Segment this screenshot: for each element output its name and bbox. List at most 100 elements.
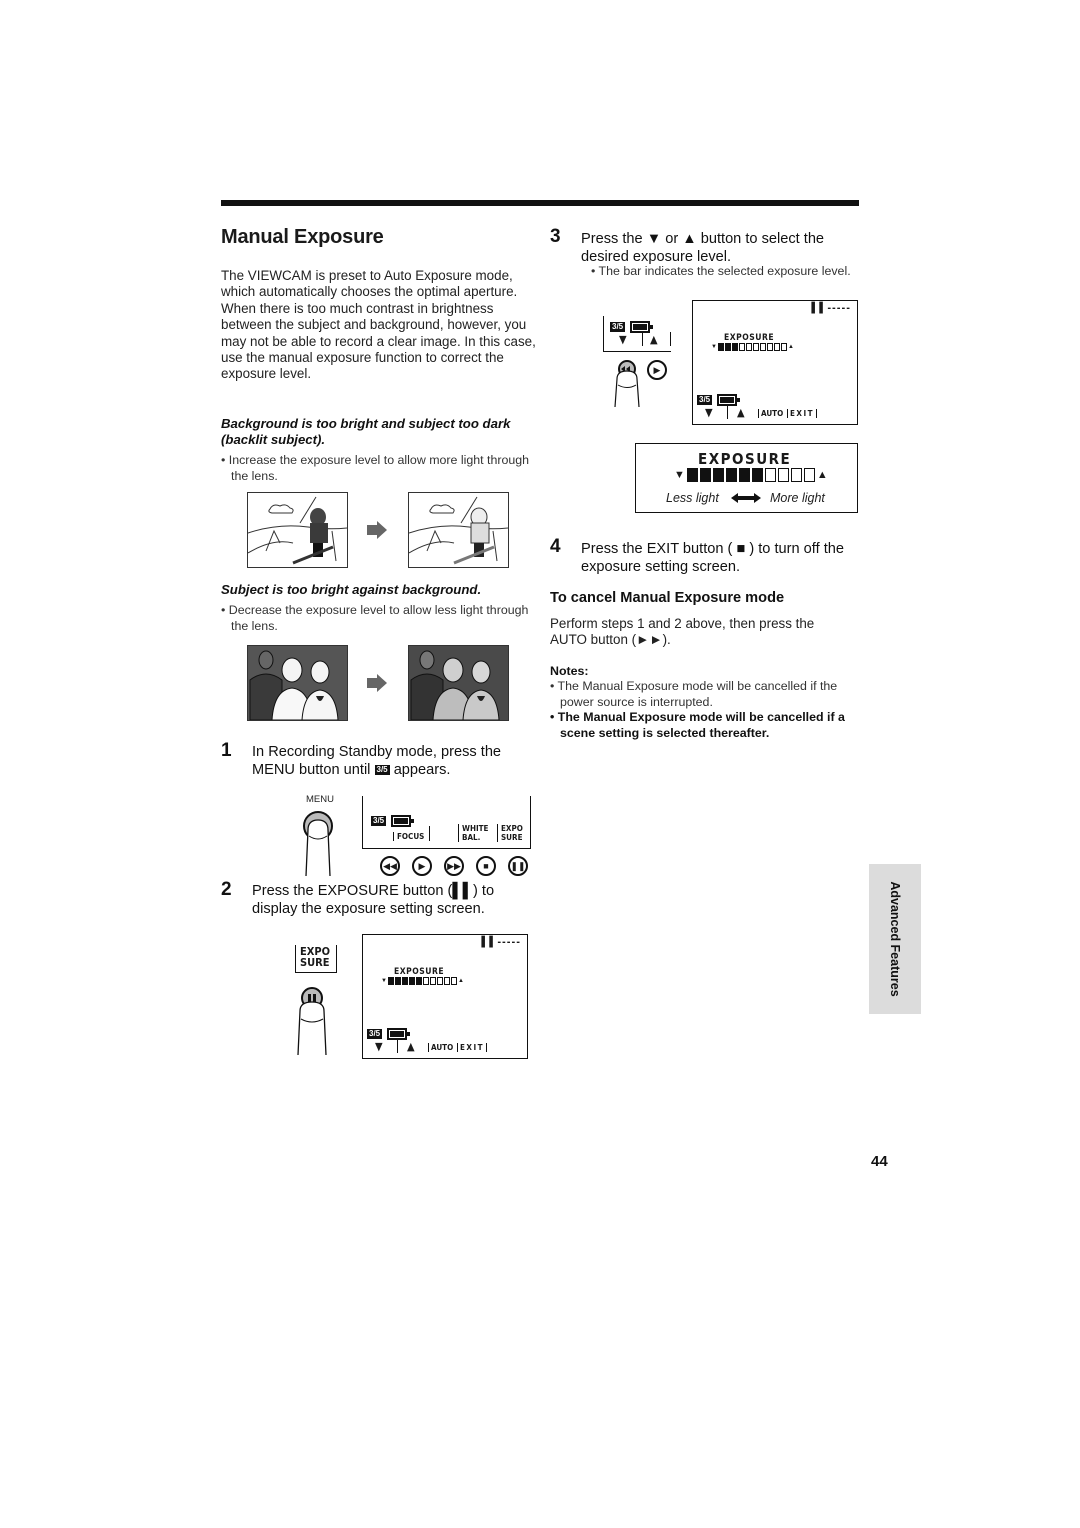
bar-segment-empty [764,468,776,482]
cancel-heading: To cancel Manual Exposure mode [550,590,785,606]
step-2-text: Press the EXPOSURE button (▌▌) to displa… [252,883,495,917]
page-badge-icon: 3/5 [367,1028,383,1039]
bar-segment-empty [803,468,815,482]
down-button-icon[interactable]: ▼ [705,406,713,419]
bar-segment-empty [422,977,429,985]
up-button-icon[interactable]: ▲ [650,333,658,346]
side-tab-label: Advanced Features [888,881,902,997]
exit-button[interactable]: EXIT [457,1043,488,1052]
bar-segment-empty [436,977,443,985]
bar-segment-empty [450,977,457,985]
fast-forward-button-icon[interactable]: ▶▶ [444,856,464,876]
bar-segment-filled [415,977,422,985]
bar-segment-empty [429,977,436,985]
menu-item-focus[interactable]: FOCUS [393,832,424,841]
menu-button-finger[interactable] [298,806,338,881]
rewind-button-finger[interactable] [612,359,642,412]
play-button-icon[interactable]: ▶ [412,856,432,876]
case-1-bullet: • Increase the exposure level to allow m… [221,453,530,483]
arrow-right-icon [367,674,387,697]
bright-group-before-image [247,645,348,721]
exposure-lcd-screen-step2: ▌▌----- EXPOSURE ▼ ▲ 3/5 ▼ ▲ AUTO EXIT [362,934,528,1059]
menu-item-exposure[interactable]: EXPO SURE [497,824,523,842]
pause-button-icon[interactable]: ❚❚ [508,856,528,876]
bar-segment-empty [738,343,745,351]
auto-button[interactable]: AUTO [428,1043,453,1052]
notes-heading: Notes: [550,664,589,678]
status-indicator: ▌▌----- [481,937,521,948]
exposure-level-diagram: EXPOSURE ▼ ▲ Less light More light [635,443,858,513]
cancel-text: Perform steps 1 and 2 above, then press … [550,616,815,648]
up-button-icon[interactable]: ▲ [737,406,745,419]
step-1-text: In Recording Standby mode, press the MEN… [252,743,542,779]
page-badge-icon: 3/5 [371,815,387,826]
bar-segment-filled [394,977,401,985]
bar-segment-empty [780,343,787,351]
bar-segment-filled [738,468,750,482]
bar-down-triangle-icon: ▼ [381,978,387,984]
case-1-heading: Background is too bright and subject too… [221,416,511,447]
less-light-label: Less light [666,491,719,505]
intro-paragraph: The VIEWCAM is preset to Auto Exposure m… [221,268,536,382]
bar-segment-filled [401,977,408,985]
note-2: • The Manual Exposure mode will be cance… [550,710,845,740]
expo-button-line-2: SURE [300,956,330,969]
battery-icon [386,1027,410,1040]
section-side-tab: Advanced Features [869,864,921,1014]
transport-buttons: ◀◀ ▶ ▶▶ ■ ❚❚ [380,856,528,876]
bar-up-triangle-icon: ▲ [457,978,464,984]
step-4-text: Press the EXIT button ( ■ ) to turn off … [581,541,844,575]
page-badge-icon: 3/5 [697,394,713,405]
bar-segment-filled [731,343,738,351]
bar-segment-filled [408,977,415,985]
case-2-heading: Subject is too bright against background… [221,582,482,597]
exit-button[interactable]: EXIT [787,409,818,418]
bar-segment-empty [745,343,752,351]
exposure-label: EXPOSURE [394,967,445,977]
divider [727,405,728,419]
divider [397,1039,398,1053]
step-3-number: 3 [550,226,561,247]
menu-page-badge-icon: 3/5 [374,765,390,776]
bar-down-triangle-icon: ▼ [674,468,685,481]
exposure-level-bar: ▼ ▲ [711,343,794,351]
bar-down-triangle-icon: ▼ [711,344,717,350]
bar-segment-filled [725,468,737,482]
bar-segment-filled [387,977,394,985]
battery-icon [629,320,653,333]
double-arrow-icon [731,491,761,509]
step-3-bullet: • The bar indicates the selected exposur… [591,264,851,278]
backlit-skier-after-image [408,492,509,568]
menu-divider [429,826,430,841]
rewind-button-icon[interactable]: ◀◀ [380,856,400,876]
bar-segment-filled [717,343,724,351]
exposure-button-finger[interactable] [295,985,329,1060]
white-bal-line-1: WHITE [462,824,489,833]
case-2-bullet: • Decrease the exposure level to allow l… [221,603,529,633]
down-button-icon[interactable]: ▼ [619,333,627,346]
play-button-icon[interactable]: ▶ [647,360,667,380]
divider [642,332,643,346]
bar-segment-empty [759,343,766,351]
bar-segment-filled [751,468,763,482]
divider [670,332,671,346]
mini-lcd-panel: 3/5 ▼ ▲ [603,316,671,352]
stop-button-icon[interactable]: ■ [476,856,496,876]
bar-segment-empty [766,343,773,351]
bright-group-after-image [408,645,509,721]
arrow-right-icon [367,521,387,544]
step-3-text: Press the ▼ or ▲ button to select the de… [581,231,825,265]
more-light-label: More light [770,491,825,505]
up-button-icon[interactable]: ▲ [407,1040,415,1053]
expo-line-1: EXPO [501,824,523,833]
step-1-number: 1 [221,740,232,761]
down-button-icon[interactable]: ▼ [375,1040,383,1053]
battery-icon [390,814,414,827]
bar-segment-filled [712,468,724,482]
bar-segment-empty [773,343,780,351]
menu-item-white-bal[interactable]: WHITE BAL. [458,824,488,842]
exposure-button-label: EXPO SURE [295,945,338,973]
auto-button[interactable]: AUTO [758,409,783,418]
menu-lcd-screen: 3/5 FOCUS WHITE BAL. EXPO SURE [362,796,531,849]
exposure-label: EXPOSURE [724,333,775,343]
